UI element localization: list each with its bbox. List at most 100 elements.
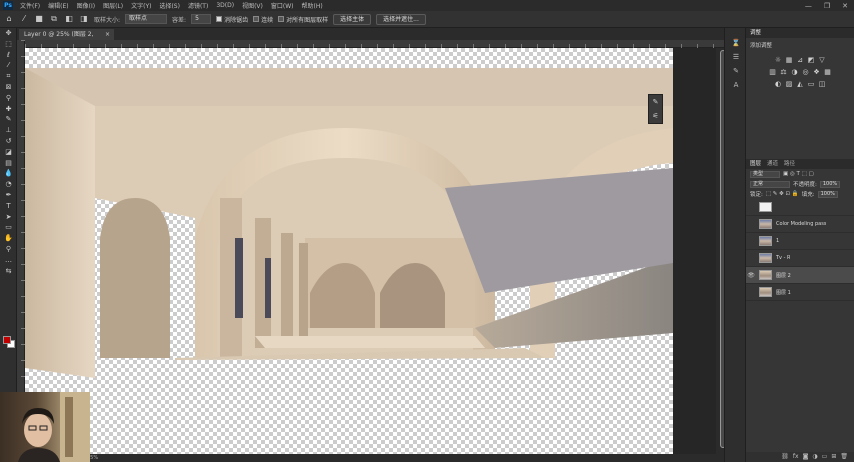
history-brush-icon[interactable]: ↺ xyxy=(0,136,17,147)
anti-alias-checkbox[interactable]: 消除锯齿 xyxy=(216,15,248,24)
pen-icon[interactable]: ✎ xyxy=(653,98,659,106)
gradient-map-icon[interactable]: ▭ xyxy=(807,80,815,88)
posterize-icon[interactable]: ▨ xyxy=(785,80,793,88)
threshold-icon[interactable]: ◭ xyxy=(796,80,804,88)
frame-tool-icon[interactable]: ⊠ xyxy=(0,82,17,93)
close-tab-icon[interactable]: × xyxy=(105,29,110,40)
magic-wand-icon[interactable]: ⁄ xyxy=(19,14,29,24)
hand-tool-icon[interactable]: ✋ xyxy=(0,233,17,244)
menu-select[interactable]: 选择(S) xyxy=(155,1,184,10)
menu-image[interactable]: 图像(I) xyxy=(73,1,99,10)
tolerance-input[interactable]: 5 xyxy=(191,14,212,24)
contiguous-checkbox[interactable]: 连续 xyxy=(253,15,273,24)
vertical-scrollbar[interactable] xyxy=(716,48,726,454)
menu-view[interactable]: 视图(V) xyxy=(238,1,267,10)
character-icon[interactable]: A xyxy=(725,78,747,92)
pen-tool-icon[interactable]: ✒ xyxy=(0,190,17,201)
eyedropper-tool-icon[interactable]: ⚲ xyxy=(0,93,17,104)
sample-size-select[interactable]: 取样点 xyxy=(125,14,168,24)
menu-help[interactable]: 帮助(H) xyxy=(298,1,327,10)
dodge-tool-icon[interactable]: ◔ xyxy=(0,179,17,190)
channel-mixer-icon[interactable]: ❖ xyxy=(813,68,821,76)
trash-icon[interactable]: 🗑 xyxy=(840,452,848,462)
menu-type[interactable]: 文字(Y) xyxy=(127,1,155,10)
menu-layer[interactable]: 图层(L) xyxy=(99,1,127,10)
vibrance-icon[interactable]: ▽ xyxy=(818,56,826,64)
fx-icon[interactable]: fx xyxy=(793,452,799,462)
type-tool-icon[interactable]: T xyxy=(0,201,17,212)
layer-row[interactable]: Tv - R xyxy=(746,250,854,267)
swap-colors-icon[interactable]: ⇆ xyxy=(0,266,17,277)
settings-sliders-icon[interactable]: ⚟ xyxy=(652,112,658,120)
crop-tool-icon[interactable]: ⌗ xyxy=(0,71,17,82)
add-selection-icon[interactable]: ⧉ xyxy=(49,14,59,24)
history-icon[interactable]: ⌛ xyxy=(725,36,747,50)
layer-row-selected[interactable]: 👁 图层 2 xyxy=(746,267,854,284)
brush-settings-icon[interactable]: ✎ xyxy=(725,64,747,78)
all-layers-checkbox[interactable]: 对所有图层取样 xyxy=(278,15,328,24)
intersect-selection-icon[interactable]: ◨ xyxy=(79,14,89,24)
more-tools-icon[interactable]: … xyxy=(0,255,17,266)
hue-saturation-icon[interactable]: ▥ xyxy=(769,68,777,76)
properties-icon[interactable]: ☰ xyxy=(725,50,747,64)
tab-adjustments[interactable]: 调整 xyxy=(750,28,761,38)
selective-color-icon[interactable]: ◫ xyxy=(818,80,826,88)
floating-tool-widget[interactable]: ✎ ⚟ xyxy=(648,94,663,124)
select-subject-button[interactable]: 选择主体 xyxy=(333,13,372,25)
tab-channels[interactable]: 通道 xyxy=(767,159,778,169)
zoom-tool-icon[interactable]: ⚲ xyxy=(0,244,17,255)
document-tab[interactable]: Layer 0 @ 25% (图层 2, RGB/8) × xyxy=(19,29,114,49)
tab-layers[interactable]: 图层 xyxy=(750,159,761,169)
eraser-tool-icon[interactable]: ◪ xyxy=(0,147,17,158)
clone-stamp-icon[interactable]: ⊥ xyxy=(0,125,17,136)
opacity-input[interactable]: 100% xyxy=(819,180,841,188)
close-icon[interactable]: ✕ xyxy=(842,2,848,10)
restore-icon[interactable]: ❐ xyxy=(824,2,830,10)
layer-row[interactable]: 1 xyxy=(746,233,854,250)
home-icon[interactable]: ⌂ xyxy=(4,14,14,24)
marquee-tool-icon[interactable]: ⬚ xyxy=(0,39,17,50)
brightness-icon[interactable]: ☼ xyxy=(774,56,782,64)
kind-filter-select[interactable]: 类型 xyxy=(750,170,780,178)
rectangle-tool-icon[interactable]: ▭ xyxy=(0,222,17,233)
fill-input[interactable]: 100% xyxy=(817,190,838,198)
subtract-selection-icon[interactable]: ◧ xyxy=(64,14,74,24)
levels-icon[interactable]: ▦ xyxy=(785,56,793,64)
menu-filter[interactable]: 滤镜(T) xyxy=(184,1,212,10)
menu-window[interactable]: 窗口(W) xyxy=(267,1,298,10)
canvas-area[interactable]: ✎ ⚟ xyxy=(25,48,724,454)
invert-icon[interactable]: ◐ xyxy=(774,80,782,88)
color-lookup-icon[interactable]: ▦ xyxy=(824,68,832,76)
healing-brush-icon[interactable]: ✚ xyxy=(0,104,17,115)
menu-file[interactable]: 文件(F) xyxy=(16,1,44,10)
layer-row[interactable]: 图层 1 xyxy=(746,284,854,301)
new-group-icon[interactable]: ▭ xyxy=(822,452,828,462)
select-and-mask-button[interactable]: 选择并遮住... xyxy=(376,13,426,25)
lock-icons[interactable]: ⬚ ✎ ✥ ⊡ 🔒 xyxy=(766,191,799,197)
gradient-tool-icon[interactable]: ▤ xyxy=(0,158,17,169)
color-balance-icon[interactable]: ⚖ xyxy=(780,68,788,76)
menu-3d[interactable]: 3D(D) xyxy=(212,2,238,9)
blur-tool-icon[interactable]: 💧 xyxy=(0,168,17,179)
path-select-icon[interactable]: ➤ xyxy=(0,212,17,223)
minimize-icon[interactable]: — xyxy=(805,2,812,10)
black-white-icon[interactable]: ◑ xyxy=(791,68,799,76)
new-selection-icon[interactable]: ■ xyxy=(34,14,44,24)
photo-filter-icon[interactable]: ◎ xyxy=(802,68,810,76)
brush-tool-icon[interactable]: ✎ xyxy=(0,114,17,125)
add-mask-icon[interactable]: ◙ xyxy=(803,452,809,462)
adjustment-layer-icon[interactable]: ◑ xyxy=(812,452,817,462)
layer-row[interactable] xyxy=(746,199,854,216)
link-layers-icon[interactable]: ⛓ xyxy=(781,452,789,462)
move-tool-icon[interactable]: ✥ xyxy=(0,28,17,39)
curves-icon[interactable]: ⊿ xyxy=(796,56,804,64)
tab-paths[interactable]: 路径 xyxy=(784,159,795,169)
document-canvas[interactable] xyxy=(25,48,673,454)
magic-wand-tool-icon[interactable]: ⁄ xyxy=(0,60,17,71)
menu-edit[interactable]: 编辑(E) xyxy=(44,1,72,10)
lasso-tool-icon[interactable]: ℓ xyxy=(0,50,17,61)
filter-icons[interactable]: ▣ ◎ T ⬚ ▢ xyxy=(783,171,814,177)
new-layer-icon[interactable]: ⊞ xyxy=(831,452,836,462)
exposure-icon[interactable]: ◩ xyxy=(807,56,815,64)
blend-mode-select[interactable]: 正常 xyxy=(750,180,790,188)
